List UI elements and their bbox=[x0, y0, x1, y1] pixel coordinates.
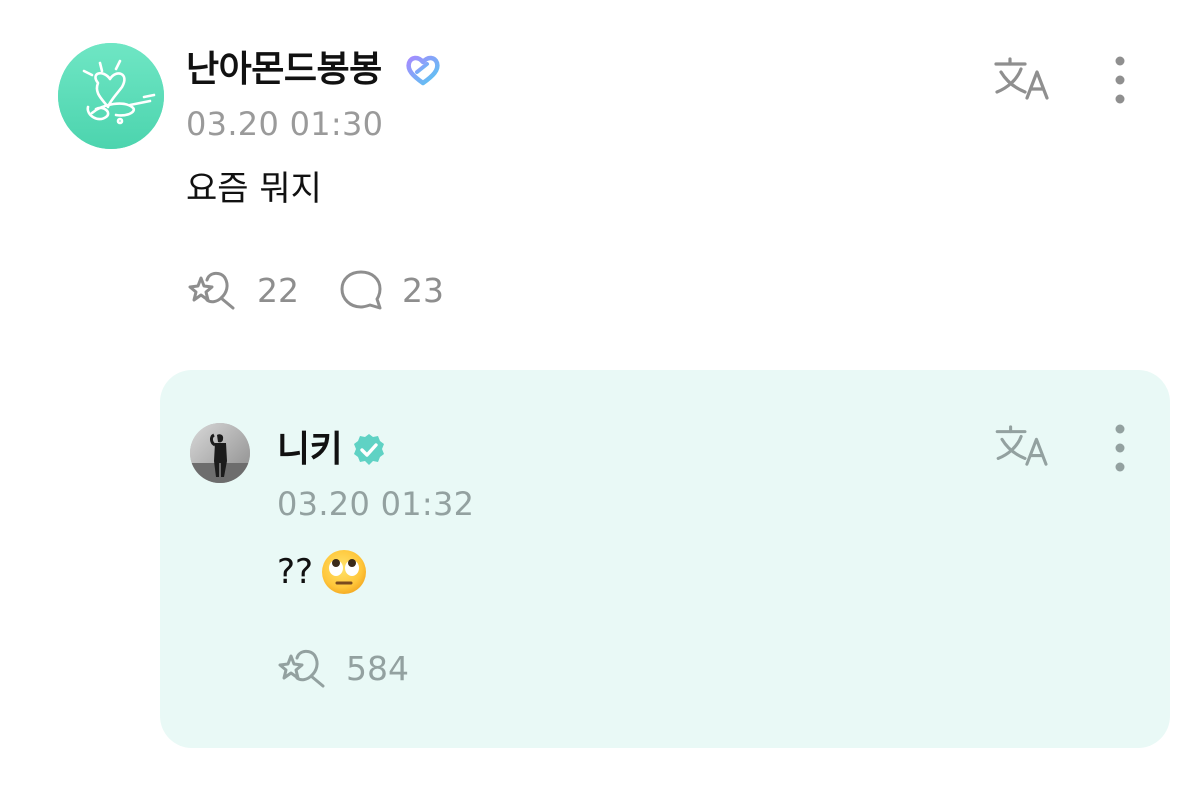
avatar-photo-image bbox=[190, 423, 250, 483]
face-with-rolling-eyes-emoji bbox=[320, 548, 368, 596]
reply-reaction-count: 584 bbox=[346, 649, 409, 688]
comment-bubble-icon[interactable] bbox=[339, 268, 383, 312]
reply-text-row: ?? bbox=[277, 548, 368, 596]
post-comment-count: 23 bbox=[402, 271, 444, 310]
reply-timestamp: 03.20 01:32 bbox=[277, 485, 475, 523]
verified-check-icon bbox=[351, 432, 387, 468]
translate-icon[interactable] bbox=[994, 424, 1054, 468]
reply-author-name[interactable]: 니키 bbox=[277, 432, 343, 468]
membership-heart-badge-icon bbox=[403, 52, 443, 88]
post-author-avatar[interactable] bbox=[58, 43, 164, 149]
post-text: 요즘 뭐지 bbox=[186, 169, 322, 209]
post-author-name[interactable]: 난아몬드봉봉 bbox=[186, 52, 382, 88]
star-heart-reaction-icon[interactable] bbox=[277, 646, 327, 690]
translate-icon[interactable] bbox=[993, 56, 1055, 102]
avatar-doodle-image bbox=[58, 43, 164, 149]
post-reaction-count: 22 bbox=[257, 271, 299, 310]
more-vertical-icon[interactable] bbox=[1108, 424, 1132, 472]
post-timestamp: 03.20 01:30 bbox=[186, 105, 384, 143]
reply-author-avatar[interactable] bbox=[190, 423, 250, 483]
star-heart-reaction-icon[interactable] bbox=[187, 268, 237, 312]
reply-text: ?? bbox=[277, 552, 314, 592]
more-vertical-icon[interactable] bbox=[1108, 56, 1132, 104]
